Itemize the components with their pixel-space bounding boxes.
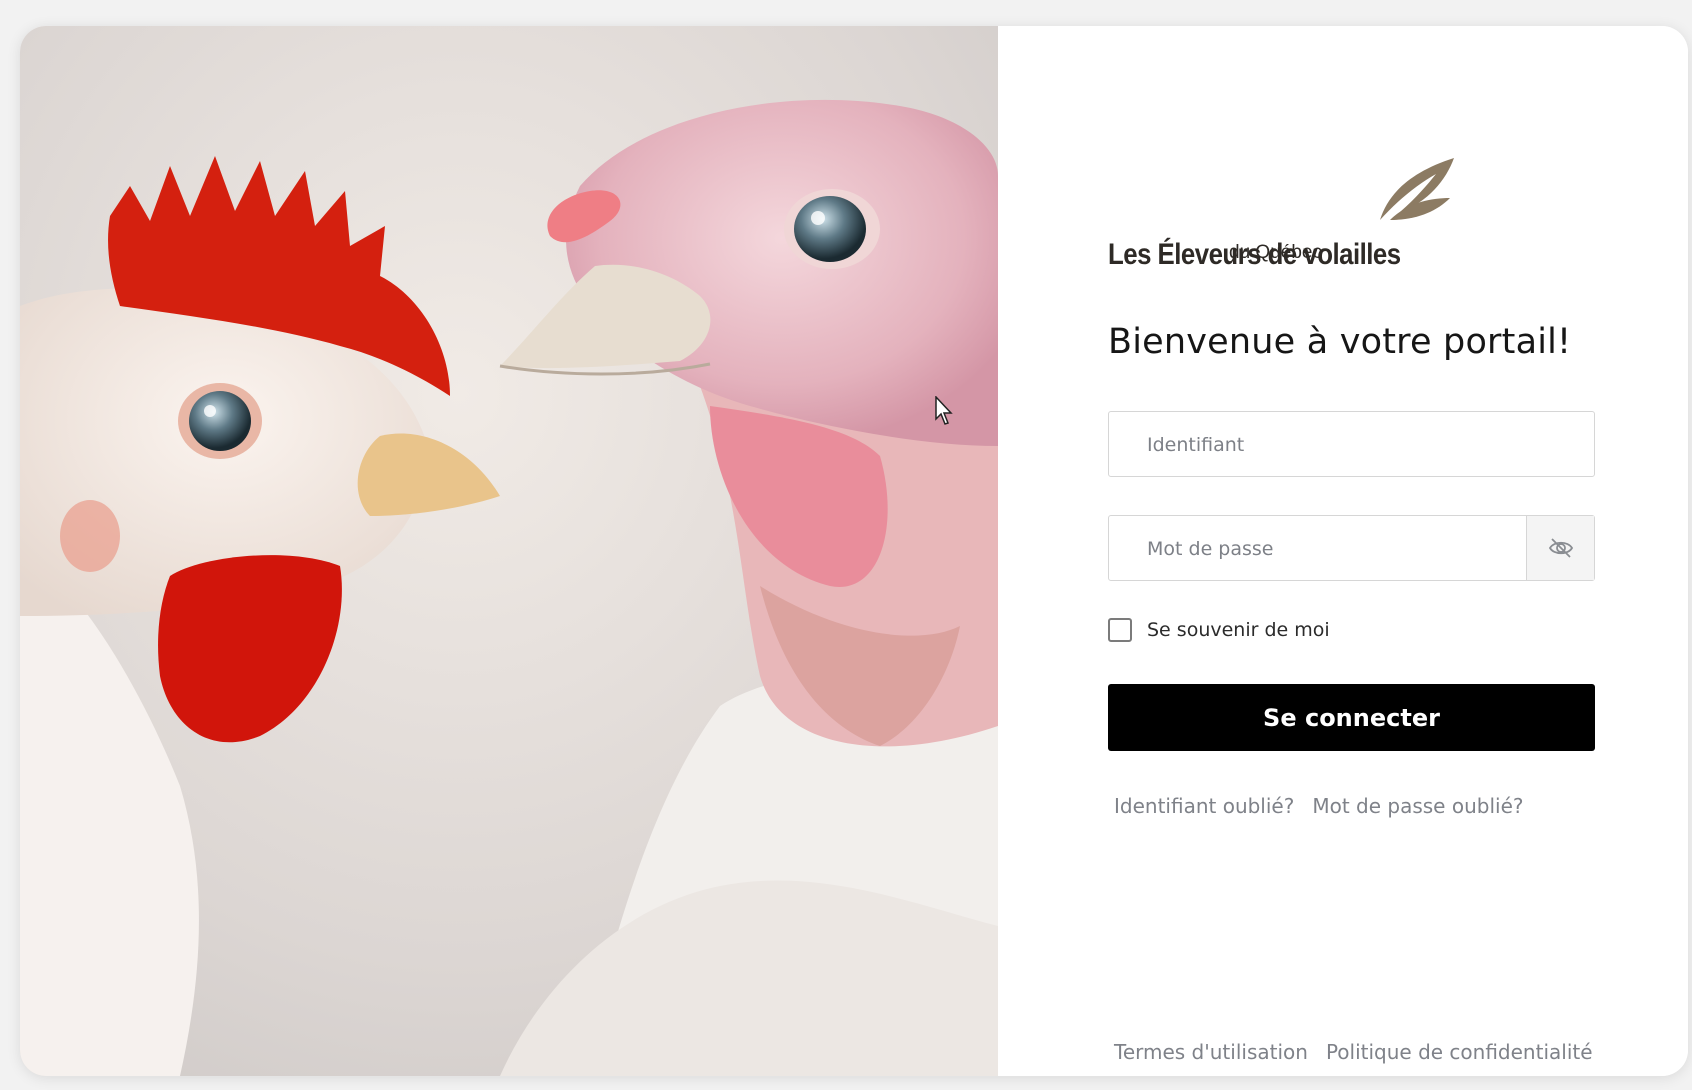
hero-photo <box>20 26 998 1076</box>
eye-slash-icon <box>1548 538 1573 558</box>
brand-subtitle: du Québec <box>1229 242 1322 263</box>
forgot-password-link[interactable]: Mot de passe oublié? <box>1312 794 1523 818</box>
password-visibility-toggle[interactable] <box>1526 516 1594 580</box>
username-input[interactable] <box>1145 412 1529 478</box>
remember-me[interactable]: Se souvenir de moi <box>1108 618 1330 642</box>
password-field-wrapper <box>1108 515 1595 582</box>
login-button[interactable]: Se connecter <box>1108 684 1595 751</box>
leaf-logo-icon <box>1380 158 1454 220</box>
remember-checkbox[interactable] <box>1108 618 1132 642</box>
terms-link[interactable]: Termes d'utilisation <box>1114 1040 1308 1064</box>
footer-links: Termes d'utilisation Politique de confid… <box>1114 1040 1593 1064</box>
brand-logo: Les Éleveurs de volailles <box>1108 154 1468 284</box>
recovery-links: Identifiant oublié? Mot de passe oublié? <box>1114 794 1524 818</box>
mouse-cursor-icon <box>935 396 953 425</box>
page-title: Bienvenue à votre portail! <box>1108 322 1572 362</box>
poultry-illustration <box>20 26 998 1076</box>
privacy-link[interactable]: Politique de confidentialité <box>1326 1040 1593 1064</box>
username-field-wrapper <box>1108 411 1595 478</box>
forgot-username-link[interactable]: Identifiant oublié? <box>1114 794 1294 818</box>
remember-label: Se souvenir de moi <box>1147 619 1330 641</box>
login-panel: Les Éleveurs de volailles du Québec Bien… <box>998 26 1688 1076</box>
login-card: Les Éleveurs de volailles du Québec Bien… <box>20 26 1688 1076</box>
password-input[interactable] <box>1145 516 1529 582</box>
